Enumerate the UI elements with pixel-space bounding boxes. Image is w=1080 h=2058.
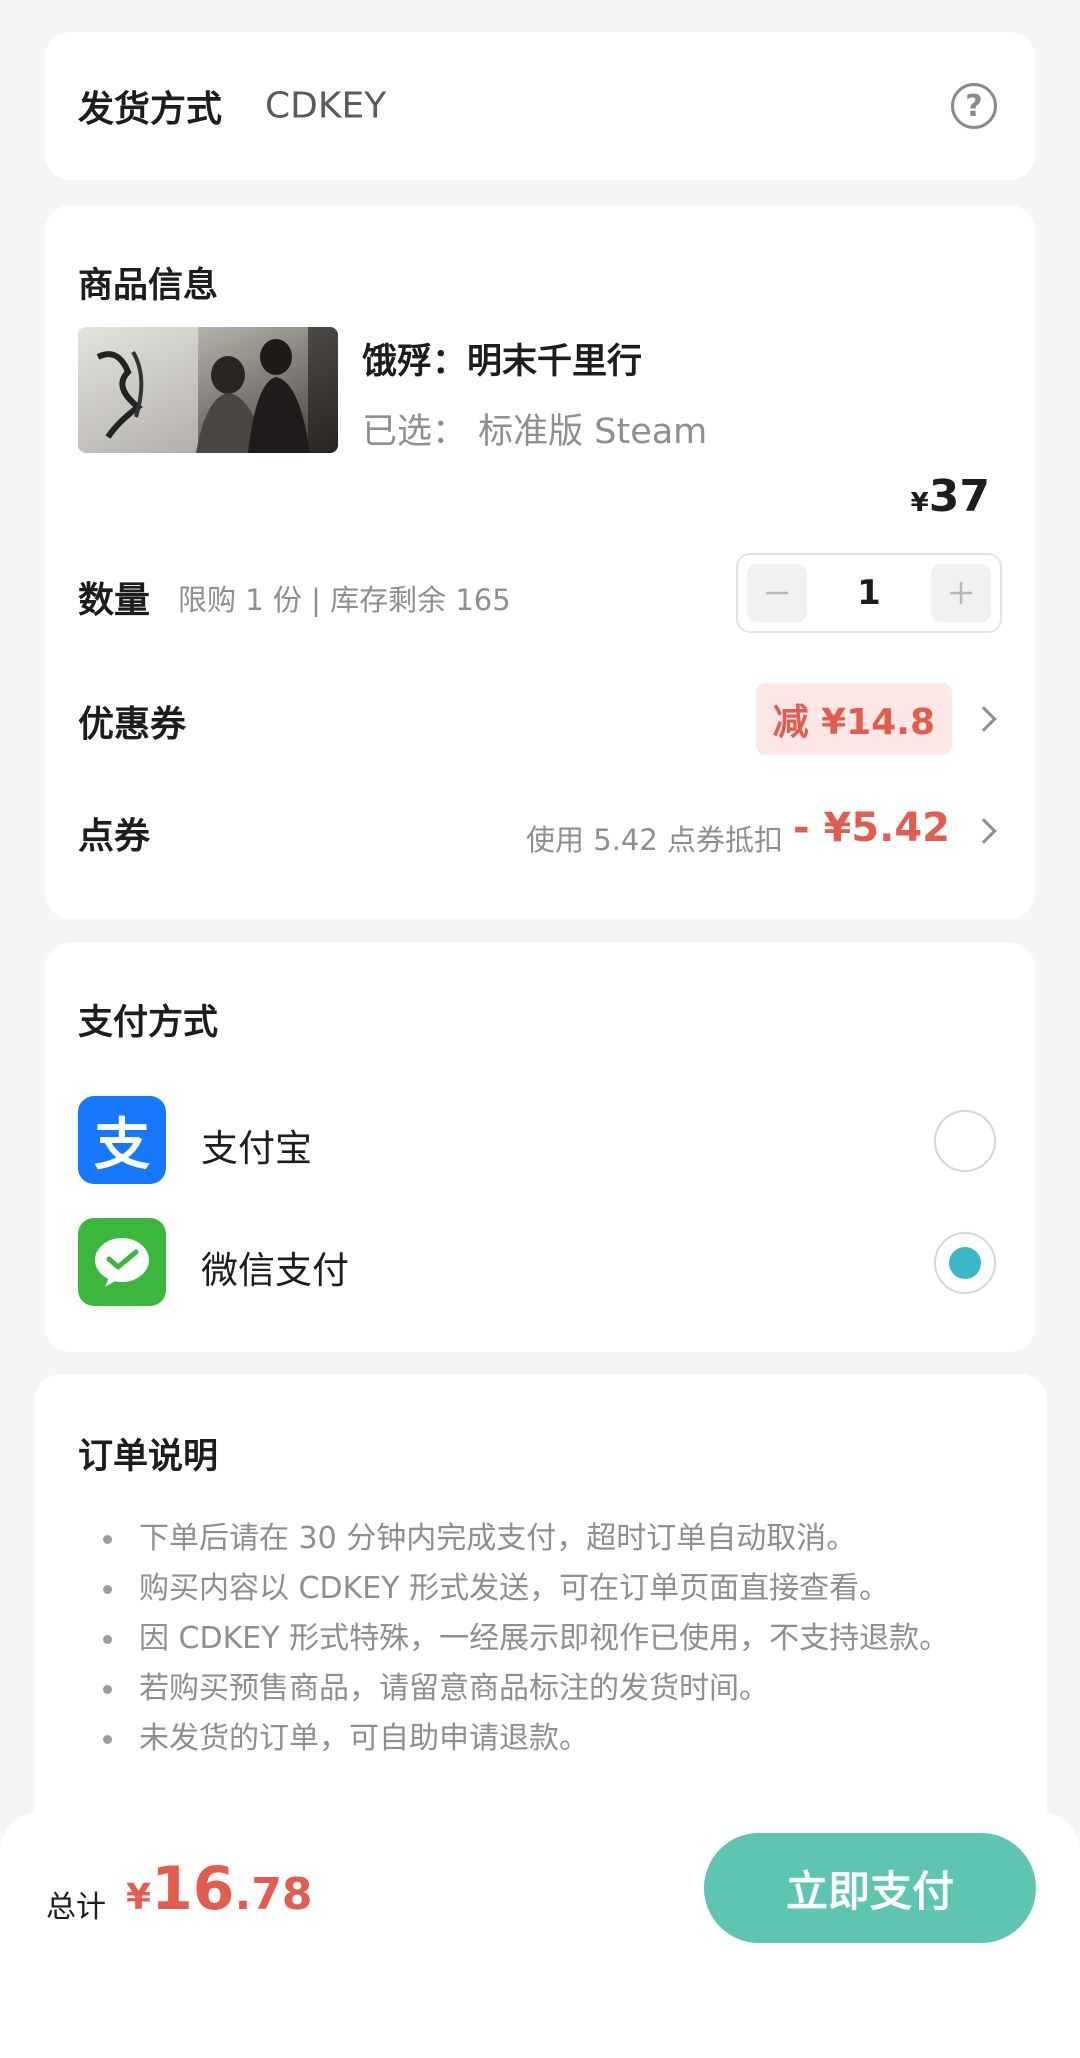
alipay-radio[interactable] xyxy=(934,1110,996,1172)
coupon-value-badge[interactable]: 减 ¥14.8 xyxy=(755,683,952,755)
alipay-icon: 支 xyxy=(78,1096,166,1184)
chevron-right-icon[interactable] xyxy=(971,706,997,732)
total-decimal: .78 xyxy=(234,1869,313,1920)
payment-method-name: 支付宝 xyxy=(201,1127,312,1170)
product-variant: 已选： 标准版 Steam xyxy=(362,412,708,452)
total-label: 总计 xyxy=(46,1890,106,1925)
increase-quantity-button[interactable] xyxy=(931,564,991,622)
question-circle-icon[interactable]: ? xyxy=(951,83,997,129)
delivery-card: 发货方式 CDKEY ? xyxy=(45,32,1035,180)
quantity-note: 限购 1 份 | 库存剩余 165 xyxy=(178,583,511,617)
price-currency: ¥ xyxy=(910,488,929,518)
list-item: 未发货的订单，可自助申请退款。 xyxy=(103,1714,961,1764)
payment-section-title: 支付方式 xyxy=(78,1003,219,1043)
delivery-value: CDKEY xyxy=(265,85,387,127)
checkout-bar: 总计 ¥16.78 立即支付 xyxy=(0,1812,1080,2058)
points-label: 点券 xyxy=(78,816,151,857)
product-card: 商品信息 饿殍：明末千里行 已选： 标准版 Steam ¥37 数量 限购 1 … xyxy=(45,205,1035,919)
checkout-page: 发货方式 CDKEY ? 商品信息 饿殍：明末千里行 已选： 标准版 Steam… xyxy=(0,0,1080,2058)
payment-option-alipay[interactable]: 支 支付宝 xyxy=(78,1096,1002,1186)
product-price: ¥37 xyxy=(911,471,990,522)
list-item: 若购买预售商品，请留意商品标注的发货时间。 xyxy=(103,1664,961,1714)
total-amount: ¥16.78 xyxy=(126,1854,313,1924)
total-integer: 16 xyxy=(151,1854,235,1924)
list-item: 因 CDKEY 形式特殊，一经展示即视作已使用，不支持退款。 xyxy=(103,1614,961,1664)
list-item: 下单后请在 30 分钟内完成支付，超时订单自动取消。 xyxy=(103,1514,961,1564)
notes-section-title: 订单说明 xyxy=(78,1437,219,1477)
points-deduction-value[interactable]: - ¥5.42 xyxy=(793,805,950,851)
plus-icon xyxy=(950,582,972,604)
quantity-label: 数量 xyxy=(78,580,151,621)
points-note: 使用 5.42 点券抵扣 xyxy=(525,823,783,857)
wechat-radio-selected[interactable] xyxy=(934,1232,996,1294)
coupon-label: 优惠券 xyxy=(78,704,187,745)
total-currency: ¥ xyxy=(126,1877,152,1918)
chevron-right-icon[interactable] xyxy=(971,818,997,844)
product-name: 饿殍：明末千里行 xyxy=(362,342,643,382)
list-item: 购买内容以 CDKEY 形式发送，可在订单页面直接查看。 xyxy=(103,1564,961,1614)
quantity-stepper: 1 xyxy=(736,553,1002,633)
price-amount: 37 xyxy=(928,471,990,522)
product-thumbnail[interactable] xyxy=(78,327,338,453)
delivery-label: 发货方式 xyxy=(78,89,223,130)
pay-now-button[interactable]: 立即支付 xyxy=(704,1833,1036,1943)
notes-list: 下单后请在 30 分钟内完成支付，超时订单自动取消。 购买内容以 CDKEY 形… xyxy=(103,1514,961,1764)
payment-option-wechat[interactable]: 微信支付 xyxy=(78,1218,1002,1308)
payment-card: 支付方式 支 支付宝 微信支付 xyxy=(45,942,1035,1352)
payment-method-name: 微信支付 xyxy=(201,1249,349,1292)
wechat-pay-icon xyxy=(78,1218,166,1306)
product-section-title: 商品信息 xyxy=(78,266,219,306)
